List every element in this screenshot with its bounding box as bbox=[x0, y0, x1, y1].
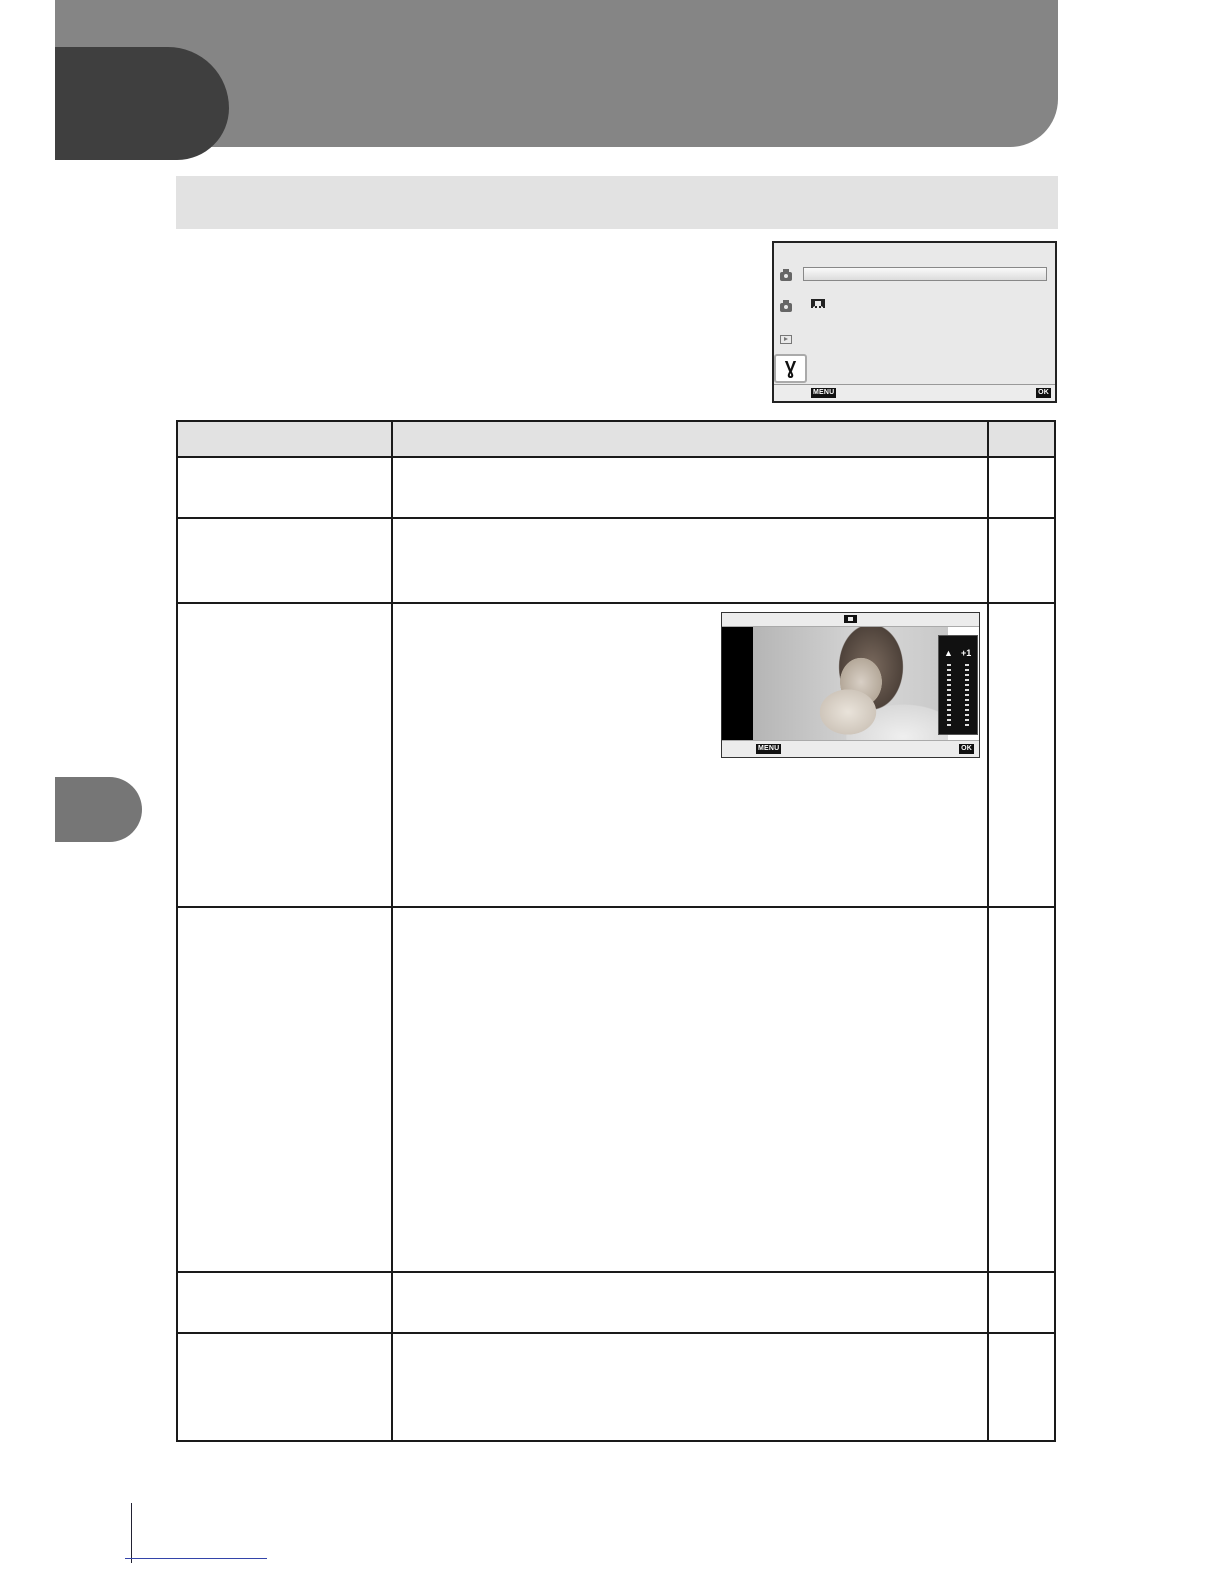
camera-icon bbox=[780, 269, 792, 281]
row-page bbox=[987, 906, 1056, 1273]
table-row bbox=[176, 456, 1056, 519]
row-page bbox=[987, 602, 1056, 908]
intro-text bbox=[176, 245, 756, 395]
header-page bbox=[987, 420, 1056, 458]
page-number-rule bbox=[131, 1503, 132, 1563]
menu-key-badge: MENU bbox=[811, 388, 837, 398]
menu-row-playback bbox=[780, 332, 800, 346]
brightness-slider-icon: ▲ bbox=[944, 648, 953, 658]
row-option bbox=[176, 517, 393, 604]
menu-footer: MENU OK bbox=[774, 384, 1055, 401]
section-title-bar bbox=[176, 176, 1058, 229]
row-page bbox=[987, 517, 1056, 604]
live-view-top-bar bbox=[722, 613, 979, 627]
adjustment-sliders: ▲ +1 bbox=[938, 635, 978, 735]
row-description: ▲ +1 MENU OK bbox=[391, 602, 989, 908]
table-row bbox=[176, 1332, 1056, 1442]
row-description bbox=[391, 517, 989, 604]
row-option bbox=[176, 456, 393, 519]
live-view-screenshot: ▲ +1 MENU OK bbox=[721, 612, 980, 758]
row-description bbox=[391, 1271, 989, 1334]
settings-table: ▲ +1 MENU OK bbox=[176, 420, 1056, 1442]
header-option bbox=[176, 420, 393, 458]
image-aspect-icon bbox=[811, 299, 825, 308]
brightness-slider-scale bbox=[947, 664, 951, 728]
side-chapter-tab bbox=[55, 777, 142, 842]
page-footer-rule bbox=[125, 1558, 267, 1559]
row-description bbox=[391, 906, 989, 1273]
header-description bbox=[391, 420, 989, 458]
table-header-row bbox=[176, 420, 1056, 458]
menu-row-shooting-1 bbox=[780, 269, 800, 283]
menu-selection-highlight bbox=[803, 267, 1047, 281]
wrench-icon: Ɣ bbox=[784, 358, 797, 378]
ok-key-badge: OK bbox=[959, 744, 974, 754]
live-view-black-margin bbox=[722, 627, 753, 742]
ok-key-badge: OK bbox=[1036, 388, 1051, 398]
menu-row-shooting-2 bbox=[780, 300, 800, 314]
row-description bbox=[391, 456, 989, 519]
offset-slider-icon: +1 bbox=[961, 648, 972, 658]
setup-menu-screenshot: Ɣ MENU OK bbox=[772, 241, 1057, 403]
offset-slider-scale bbox=[965, 664, 969, 728]
row-page bbox=[987, 456, 1056, 519]
playback-icon bbox=[780, 335, 792, 344]
camera-icon bbox=[780, 300, 792, 312]
live-view-footer: MENU OK bbox=[722, 740, 979, 757]
row-option bbox=[176, 1271, 393, 1334]
table-row bbox=[176, 906, 1056, 1273]
image-aspect-icon bbox=[844, 615, 857, 623]
table-row: ▲ +1 MENU OK bbox=[176, 602, 1056, 908]
row-description bbox=[391, 1332, 989, 1442]
mother-and-baby-photo bbox=[753, 627, 948, 742]
menu-key-badge: MENU bbox=[756, 744, 782, 754]
row-option bbox=[176, 906, 393, 1273]
row-page bbox=[987, 1332, 1056, 1442]
table-row bbox=[176, 1271, 1056, 1334]
row-page bbox=[987, 1271, 1056, 1334]
table-row bbox=[176, 517, 1056, 604]
row-option bbox=[176, 602, 393, 908]
row-option bbox=[176, 1332, 393, 1442]
setup-menu-tab: Ɣ bbox=[774, 354, 807, 383]
chapter-number-tab bbox=[55, 47, 229, 160]
